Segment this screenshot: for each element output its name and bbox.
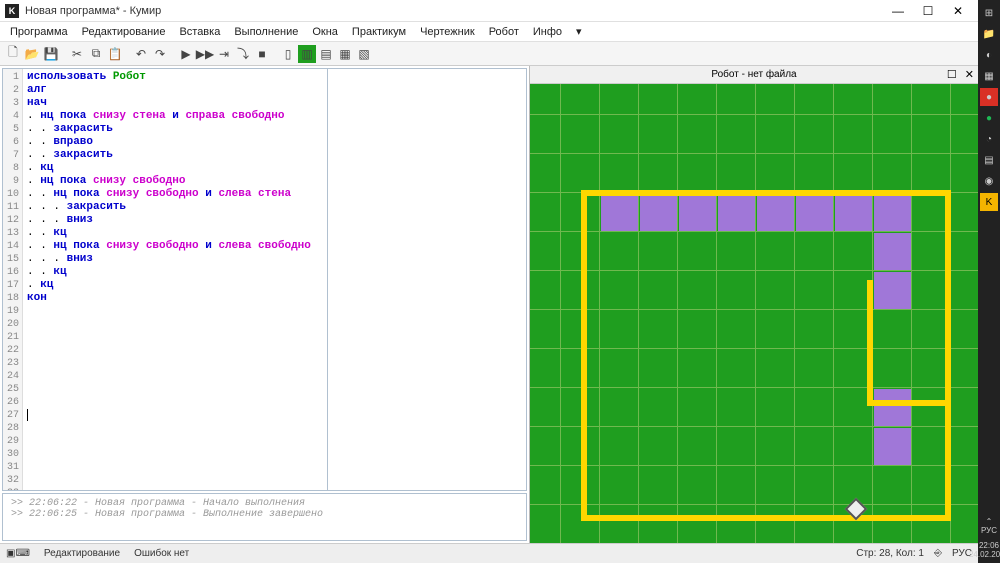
code-text[interactable]: использовать Роботалгнач. нц пока снизу … <box>23 69 315 490</box>
status-cursor-pos: Стр: 28, Кол: 1 <box>856 548 924 559</box>
toolbar: 🗋 📂 💾 ✂ ⧉ 📋 ↶ ↷ ▶ ▶▶ ⇥ ⤵ ■ ▯ ▥ ▤ ▦ ▧ <box>0 42 978 66</box>
robot-titlebar: Робот - нет файла ☐ ✕ <box>530 66 978 84</box>
main-window: K Новая программа* - Кумир — ☐ ✕ Програм… <box>0 0 978 563</box>
console-line: >> 22:06:22 - Новая программа - Начало в… <box>11 498 518 509</box>
status-keyboard-icon[interactable]: ⌨ <box>15 548 29 559</box>
titlebar: K Новая программа* - Кумир — ☐ ✕ <box>0 0 978 22</box>
new-file-icon[interactable]: 🗋 <box>4 45 22 63</box>
robot-field[interactable] <box>530 84 978 543</box>
painted-cell <box>679 194 716 231</box>
painted-cell <box>874 428 911 465</box>
window-title: Новая программа* - Кумир <box>25 5 161 17</box>
layout-4-icon[interactable]: ▦ <box>336 45 354 63</box>
console-output[interactable]: >> 22:06:22 - Новая программа - Начало в… <box>2 493 527 541</box>
menu-info[interactable]: Инфо <box>527 24 568 40</box>
secondary-editor[interactable] <box>327 69 526 490</box>
code-editor[interactable]: 1234567891011121314151617181920212223242… <box>3 69 327 490</box>
painted-cell <box>796 194 833 231</box>
menu-edit[interactable]: Редактирование <box>76 24 172 40</box>
run-icon[interactable]: ▶ <box>177 45 195 63</box>
menu-program[interactable]: Программа <box>4 24 74 40</box>
undo-icon[interactable]: ↶ <box>132 45 150 63</box>
cut-icon[interactable]: ✂ <box>68 45 86 63</box>
menu-practicum[interactable]: Практикум <box>346 24 412 40</box>
task-kumir-icon[interactable]: K <box>980 193 998 211</box>
painted-cell <box>640 194 677 231</box>
painted-cell <box>874 233 911 270</box>
task-calc-icon[interactable]: ▤ <box>980 151 998 169</box>
menu-draftsman[interactable]: Чертежник <box>414 24 481 40</box>
painted-cell <box>601 194 638 231</box>
redo-icon[interactable]: ↷ <box>151 45 169 63</box>
close-button[interactable]: ✕ <box>943 2 973 20</box>
menu-dropdown-icon[interactable]: ▾ <box>570 23 588 40</box>
menu-windows[interactable]: Окна <box>306 24 344 40</box>
layout-2-icon[interactable]: ▥ <box>298 45 316 63</box>
run-fast-icon[interactable]: ▶▶ <box>196 45 214 63</box>
painted-cell <box>835 194 872 231</box>
painted-cell <box>874 389 911 426</box>
task-record-icon[interactable]: ● <box>980 88 998 106</box>
task-spotify-icon[interactable]: ● <box>980 109 998 127</box>
copy-icon[interactable]: ⧉ <box>87 45 105 63</box>
status-insert-icon[interactable]: ⎆ <box>934 548 942 559</box>
status-errors: Ошибок нет <box>134 548 189 559</box>
task-folder-icon[interactable]: 📁 <box>980 25 998 43</box>
robot-close-icon[interactable]: ✕ <box>965 68 974 81</box>
wall-segment <box>581 190 587 521</box>
status-mode: Редактирование <box>44 548 120 559</box>
windows-taskbar: ⊞ 📁 ◐ ▦ ● ● ◔ ▤ ◉ K ⌃ РУС 22:06 24.02.20… <box>978 0 1000 563</box>
line-gutter: 1234567891011121314151617181920212223242… <box>3 69 23 490</box>
menu-insert[interactable]: Вставка <box>173 24 226 40</box>
open-file-icon[interactable]: 📂 <box>23 45 41 63</box>
save-file-icon[interactable]: 💾 <box>42 45 60 63</box>
menubar: Программа Редактирование Вставка Выполне… <box>0 22 978 42</box>
painted-cell <box>874 272 911 309</box>
windows-start-icon[interactable]: ⊞ <box>980 4 998 22</box>
content-area: 1234567891011121314151617181920212223242… <box>0 66 978 543</box>
robot-title-text: Робот - нет файла <box>711 69 796 80</box>
painted-cell <box>718 194 755 231</box>
painted-cell <box>874 194 911 231</box>
wall-segment <box>581 515 951 521</box>
layout-3-icon[interactable]: ▤ <box>317 45 335 63</box>
wall-segment <box>867 280 873 406</box>
wall-segment <box>945 190 951 521</box>
task-app-icon[interactable]: ▦ <box>980 67 998 85</box>
step-into-icon[interactable]: ⇥ <box>215 45 233 63</box>
layout-5-icon[interactable]: ▧ <box>355 45 373 63</box>
painted-cell <box>757 194 794 231</box>
status-terminal-icon[interactable]: ▣ <box>6 548 15 559</box>
task-steam-icon[interactable]: ◉ <box>980 172 998 190</box>
task-browser-icon[interactable]: ◐ <box>980 46 998 64</box>
editor-pane: 1234567891011121314151617181920212223242… <box>0 66 530 543</box>
maximize-button[interactable]: ☐ <box>913 2 943 20</box>
layout-1-icon[interactable]: ▯ <box>279 45 297 63</box>
minimize-button[interactable]: — <box>883 2 913 20</box>
robot-maximize-icon[interactable]: ☐ <box>947 68 957 81</box>
wall-segment <box>581 190 951 196</box>
menu-robot[interactable]: Робот <box>483 24 525 40</box>
robot-pane: Робот - нет файла ☐ ✕ <box>530 66 978 543</box>
task-clock-icon[interactable]: ◔ <box>980 130 998 148</box>
statusbar: ▣ ⌨ Редактирование Ошибок нет Стр: 28, К… <box>0 543 978 563</box>
console-line: >> 22:06:25 - Новая программа - Выполнен… <box>11 509 518 520</box>
paste-icon[interactable]: 📋 <box>106 45 124 63</box>
menu-execute[interactable]: Выполнение <box>228 24 304 40</box>
wall-segment <box>867 400 951 406</box>
stop-icon[interactable]: ■ <box>253 45 271 63</box>
tray-date: 24.02.2021 <box>969 550 1000 559</box>
step-over-icon[interactable]: ⤵ <box>234 45 252 63</box>
app-icon: K <box>5 4 19 18</box>
